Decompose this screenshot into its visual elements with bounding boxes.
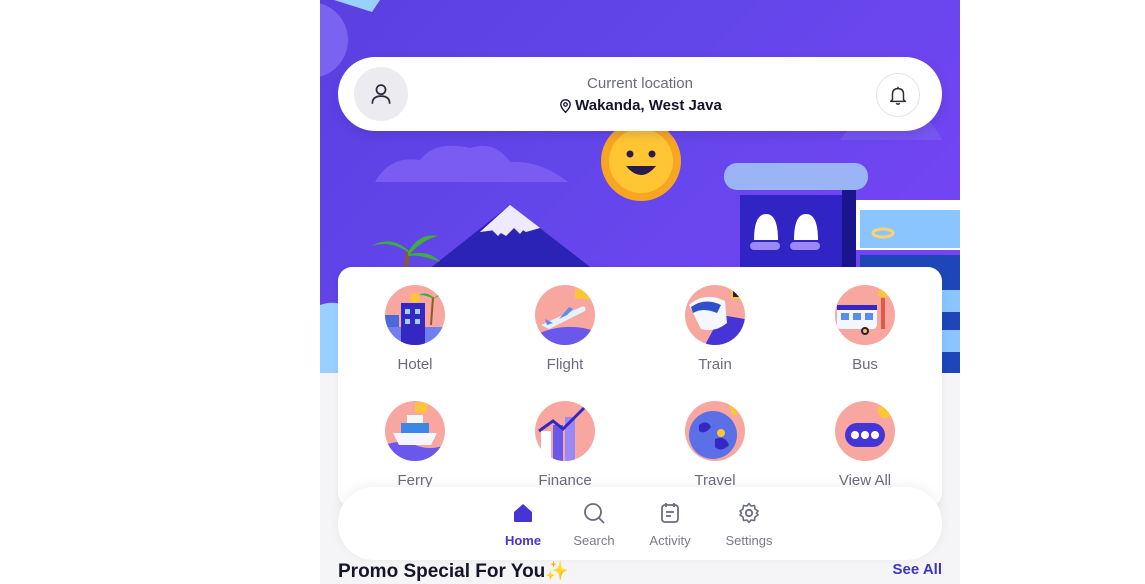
nav-activity[interactable]: Activity xyxy=(635,501,705,548)
nav-label: Home xyxy=(504,533,542,548)
location-selector[interactable]: Wakanda, West Java xyxy=(338,97,942,114)
train-icon xyxy=(685,285,745,345)
service-flight[interactable]: Flight xyxy=(505,285,625,373)
app-screen: Current location Wakanda, West Java Hote… xyxy=(320,0,960,584)
sparkle-icon: ✨ xyxy=(545,561,569,582)
location-pin-icon xyxy=(560,98,572,113)
view-all-icon xyxy=(835,401,895,461)
service-label: Hotel xyxy=(397,356,433,373)
location-value: Wakanda, West Java xyxy=(575,97,722,114)
activity-icon xyxy=(661,503,679,523)
gear-icon xyxy=(739,502,759,524)
flight-icon xyxy=(535,285,595,345)
nav-label: Search xyxy=(573,533,615,548)
hotel-icon xyxy=(385,285,445,345)
see-all-link[interactable]: See All xyxy=(893,561,942,578)
nav-search[interactable]: Search xyxy=(559,501,629,548)
location-label: Current location xyxy=(587,75,693,92)
search-icon xyxy=(584,503,605,524)
ferry-icon xyxy=(385,401,445,461)
nav-settings[interactable]: Settings xyxy=(714,501,784,548)
promo-section-title: Promo Special For You✨ xyxy=(338,561,569,582)
sun-illustration xyxy=(601,121,681,201)
bell-icon xyxy=(889,86,907,105)
service-travel[interactable]: Travel xyxy=(655,401,775,489)
service-finance[interactable]: Finance xyxy=(505,401,625,489)
finance-icon xyxy=(535,401,595,461)
location-header: Current location Wakanda, West Java xyxy=(338,57,942,131)
travel-icon xyxy=(685,401,745,461)
service-train[interactable]: Train xyxy=(655,285,775,373)
service-view-all[interactable]: View All xyxy=(805,401,925,489)
service-hotel[interactable]: Hotel xyxy=(355,285,475,373)
service-label: Train xyxy=(698,356,732,373)
notification-button[interactable] xyxy=(876,73,920,117)
nav-label: Activity xyxy=(649,533,691,548)
bus-icon xyxy=(835,285,895,345)
bottom-navigation: Home Search Activity Settings xyxy=(338,487,942,560)
service-bus[interactable]: Bus xyxy=(805,285,925,373)
services-grid: Hotel Flight Train Bus Ferry Finance Tra… xyxy=(338,267,942,507)
home-icon xyxy=(514,504,532,522)
service-label: Flight xyxy=(546,356,584,373)
service-label: Bus xyxy=(852,356,878,373)
service-ferry[interactable]: Ferry xyxy=(355,401,475,489)
nav-label: Settings xyxy=(725,533,773,548)
nav-home[interactable]: Home xyxy=(488,501,558,548)
